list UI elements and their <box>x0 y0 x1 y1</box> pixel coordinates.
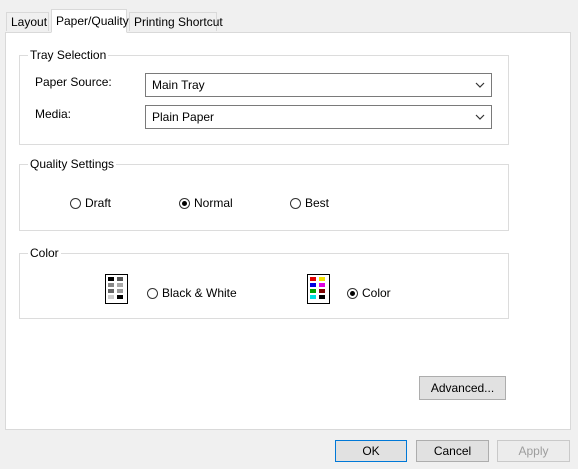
media-select[interactable]: Plain Paper <box>145 105 492 129</box>
quality-draft-radio[interactable]: Draft <box>70 196 111 210</box>
apply-button[interactable]: Apply <box>497 440 570 462</box>
tab-paper-quality[interactable]: Paper/Quality <box>51 9 129 33</box>
quality-best-label: Best <box>305 196 330 210</box>
tab-panel: Tray Selection Paper Source: Main Tray M… <box>5 32 571 430</box>
tray-selection-group: Tray Selection Paper Source: Main Tray M… <box>19 48 509 145</box>
quality-best-radio[interactable]: Best <box>290 196 329 210</box>
tab-layout[interactable]: Layout <box>6 12 49 31</box>
ok-button[interactable]: OK <box>335 440 407 462</box>
quality-normal-label: Normal <box>194 196 233 210</box>
radio-indicator <box>290 197 301 209</box>
color-document-icon <box>307 274 330 304</box>
radio-indicator <box>347 287 358 299</box>
color-radio[interactable]: Color <box>347 286 391 300</box>
radio-indicator <box>179 197 190 209</box>
tray-selection-title: Tray Selection <box>28 48 109 62</box>
tab-printing-shortcut[interactable]: Printing Shortcut <box>129 12 223 31</box>
paper-source-select[interactable]: Main Tray <box>145 73 492 97</box>
quality-draft-label: Draft <box>85 196 112 210</box>
cancel-button[interactable]: Cancel <box>416 440 489 462</box>
quality-normal-radio[interactable]: Normal <box>179 196 233 210</box>
color-label: Color <box>362 286 391 300</box>
chevron-down-icon <box>475 114 485 120</box>
color-group: Color Black & White Color <box>19 246 509 319</box>
black-white-radio[interactable]: Black & White <box>147 286 237 300</box>
radio-indicator <box>147 287 158 299</box>
paper-source-label: Paper Source: <box>35 75 112 89</box>
quality-settings-group: Quality Settings Draft Normal Best <box>19 157 509 231</box>
radio-indicator <box>70 197 81 209</box>
paper-source-value: Main Tray <box>152 78 205 92</box>
chevron-down-icon <box>475 82 485 88</box>
color-title: Color <box>28 246 61 260</box>
black-white-document-icon <box>105 274 128 304</box>
advanced-button[interactable]: Advanced... <box>419 376 506 400</box>
media-label: Media: <box>35 107 72 121</box>
quality-settings-title: Quality Settings <box>28 157 117 171</box>
media-value: Plain Paper <box>152 110 215 124</box>
black-white-label: Black & White <box>162 286 237 300</box>
